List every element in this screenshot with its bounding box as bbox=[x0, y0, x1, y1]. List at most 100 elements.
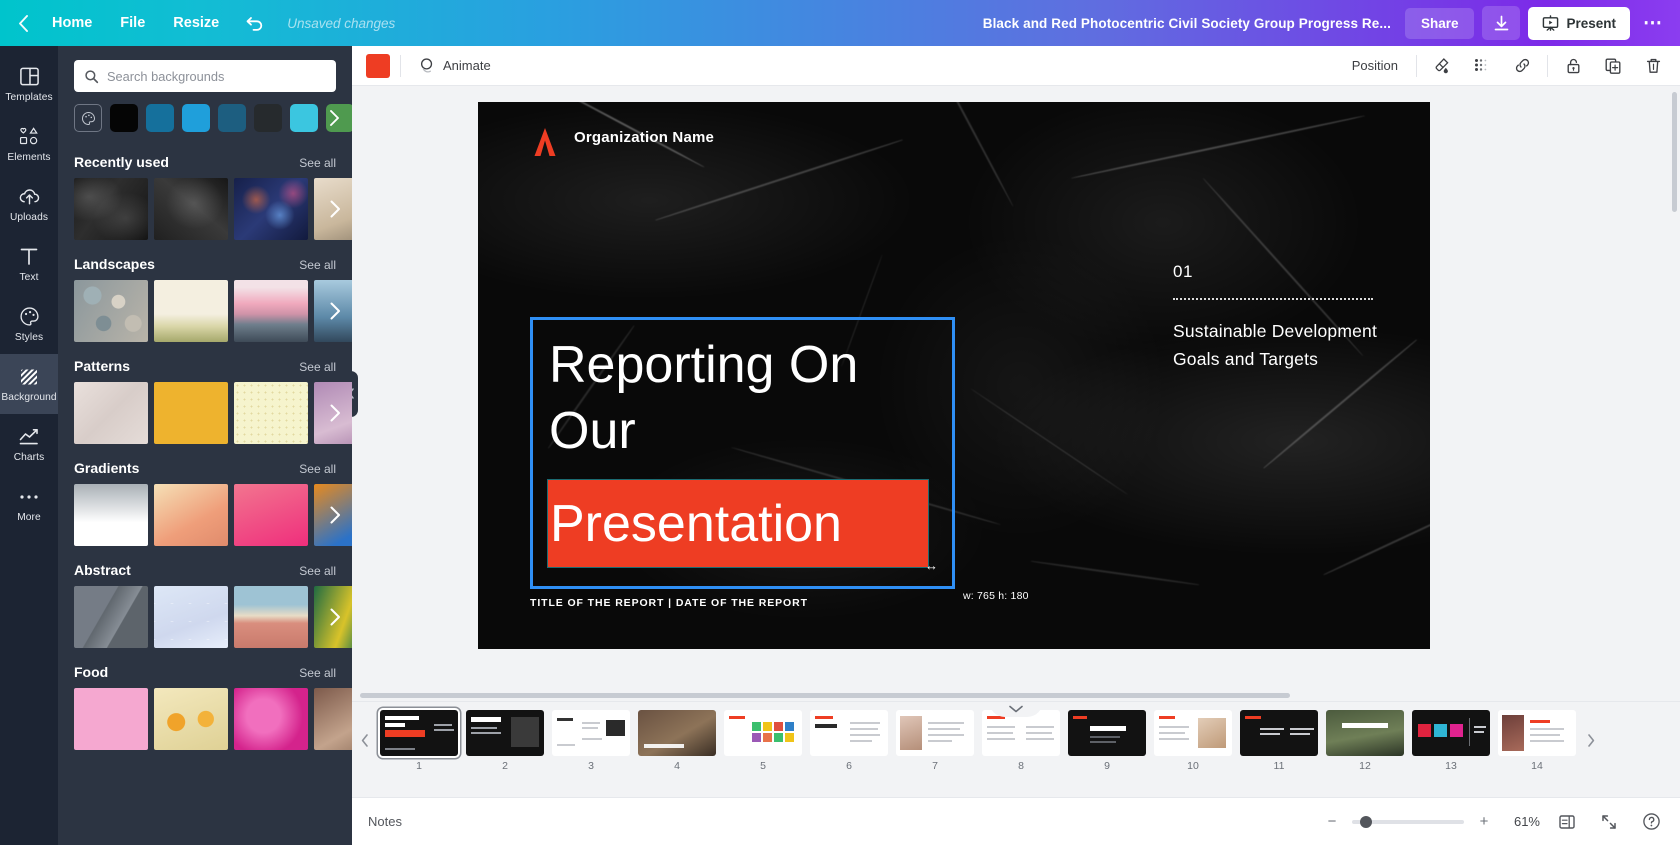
sidebar-item-charts[interactable]: Charts bbox=[0, 414, 58, 474]
sidebar-item-more[interactable]: More bbox=[0, 474, 58, 534]
background-thumb[interactable] bbox=[234, 484, 308, 546]
animate-button[interactable]: Animate bbox=[411, 52, 499, 79]
see-all-link[interactable]: See all bbox=[299, 156, 336, 170]
page-item[interactable]: 10 bbox=[1154, 710, 1232, 772]
effects-button[interactable] bbox=[1467, 51, 1497, 81]
slide-canvas[interactable]: Organization Name 01 Sustainable Develop… bbox=[478, 102, 1430, 649]
duplicate-button[interactable] bbox=[1598, 51, 1628, 81]
canvas-scrollbar-vertical[interactable] bbox=[1672, 92, 1677, 212]
search-input[interactable] bbox=[107, 68, 326, 84]
zoom-in-button[interactable]: + bbox=[1476, 813, 1492, 830]
background-thumb[interactable] bbox=[74, 688, 148, 750]
section-next-button[interactable] bbox=[320, 398, 350, 428]
background-thumb[interactable] bbox=[234, 280, 308, 342]
selected-text-element[interactable]: Reporting On Our Presentation ↔ w: 765 h… bbox=[530, 317, 1028, 602]
swatch-0[interactable] bbox=[110, 104, 138, 132]
delete-button[interactable] bbox=[1638, 51, 1668, 81]
background-thumb[interactable] bbox=[234, 382, 308, 444]
see-all-link[interactable]: See all bbox=[299, 462, 336, 476]
share-button[interactable]: Share bbox=[1404, 7, 1475, 39]
present-button[interactable]: Present bbox=[1528, 6, 1630, 40]
background-thumb[interactable] bbox=[74, 382, 148, 444]
back-button[interactable] bbox=[8, 8, 38, 38]
see-all-link[interactable]: See all bbox=[299, 666, 336, 680]
page-item[interactable]: 7 bbox=[896, 710, 974, 772]
sidebar-item-elements[interactable]: Elements bbox=[0, 114, 58, 174]
zoom-slider[interactable] bbox=[1352, 815, 1464, 828]
canvas-area[interactable]: Organization Name 01 Sustainable Develop… bbox=[352, 86, 1680, 701]
background-thumb[interactable] bbox=[154, 382, 228, 444]
background-thumb[interactable] bbox=[74, 280, 148, 342]
zoom-out-button[interactable]: − bbox=[1324, 813, 1340, 830]
link-button[interactable] bbox=[1507, 51, 1537, 81]
background-thumb[interactable] bbox=[234, 688, 308, 750]
section-next-button[interactable] bbox=[320, 296, 350, 326]
section-next-button[interactable] bbox=[320, 500, 350, 530]
sidebar-item-text[interactable]: Text bbox=[0, 234, 58, 294]
page-item[interactable]: 2 bbox=[466, 710, 544, 772]
sidebar-item-styles[interactable]: Styles bbox=[0, 294, 58, 354]
swatch-2[interactable] bbox=[182, 104, 210, 132]
page-item[interactable]: 9 bbox=[1068, 710, 1146, 772]
search-box[interactable] bbox=[74, 60, 336, 92]
section-title-text[interactable]: Sustainable Development Goals and Target… bbox=[1173, 318, 1388, 373]
see-all-link[interactable]: See all bbox=[299, 258, 336, 272]
page-item[interactable]: 1 bbox=[380, 710, 458, 772]
page-count-button[interactable] bbox=[1552, 807, 1582, 837]
swatch-1[interactable] bbox=[146, 104, 174, 132]
home-menu[interactable]: Home bbox=[38, 9, 106, 37]
background-thumb[interactable] bbox=[154, 178, 228, 240]
background-thumb[interactable] bbox=[154, 484, 228, 546]
background-thumb[interactable] bbox=[74, 484, 148, 546]
background-thumb[interactable] bbox=[234, 586, 308, 648]
see-all-link[interactable]: See all bbox=[299, 360, 336, 374]
panel-collapse-handle[interactable] bbox=[352, 370, 358, 417]
background-thumb[interactable] bbox=[154, 586, 228, 648]
page-item[interactable]: 4 bbox=[638, 710, 716, 772]
zoom-slider-knob[interactable] bbox=[1360, 815, 1372, 828]
page-item[interactable]: 3 bbox=[552, 710, 630, 772]
background-thumb[interactable] bbox=[234, 178, 308, 240]
sidebar-item-uploads[interactable]: Uploads bbox=[0, 174, 58, 234]
help-button[interactable] bbox=[1636, 807, 1666, 837]
background-thumb[interactable] bbox=[314, 688, 352, 750]
download-button[interactable] bbox=[1482, 6, 1521, 40]
canvas-scrollbar-horizontal[interactable] bbox=[360, 693, 1290, 698]
transparency-button[interactable] bbox=[1427, 51, 1457, 81]
page-strip-collapse-button[interactable] bbox=[989, 702, 1043, 717]
swatch-4[interactable] bbox=[254, 104, 282, 132]
page-item[interactable]: 5 bbox=[724, 710, 802, 772]
section-next-button[interactable] bbox=[320, 194, 350, 224]
file-menu[interactable]: File bbox=[106, 9, 159, 37]
sidebar-item-background[interactable]: Background bbox=[0, 354, 58, 414]
position-button[interactable]: Position bbox=[1344, 53, 1406, 78]
sidebar-item-templates[interactable]: Templates bbox=[0, 54, 58, 114]
background-thumb[interactable] bbox=[74, 178, 148, 240]
see-all-link[interactable]: See all bbox=[299, 564, 336, 578]
lock-button[interactable] bbox=[1558, 51, 1588, 81]
swatches-next-button[interactable] bbox=[320, 104, 348, 132]
background-thumb[interactable] bbox=[74, 586, 148, 648]
document-title[interactable]: Black and Red Photocentric Civil Society… bbox=[983, 16, 1391, 31]
page-strip-next-button[interactable] bbox=[1584, 710, 1598, 770]
section-header: Gradients See all bbox=[58, 454, 352, 484]
page-item[interactable]: 8 bbox=[982, 710, 1060, 772]
background-thumb[interactable] bbox=[154, 688, 228, 750]
notes-button[interactable]: Notes bbox=[368, 814, 402, 829]
color-picker-button[interactable] bbox=[74, 104, 102, 132]
text-color-button[interactable] bbox=[366, 53, 390, 78]
resize-menu[interactable]: Resize bbox=[159, 9, 233, 37]
page-item[interactable]: 14 bbox=[1498, 710, 1576, 772]
page-item[interactable]: 6 bbox=[810, 710, 888, 772]
topbar-more-button[interactable]: ⋯ bbox=[1636, 6, 1670, 40]
undo-button[interactable] bbox=[239, 8, 273, 38]
swatch-5[interactable] bbox=[290, 104, 318, 132]
fullscreen-button[interactable] bbox=[1594, 807, 1624, 837]
background-thumb[interactable] bbox=[154, 280, 228, 342]
swatch-3[interactable] bbox=[218, 104, 246, 132]
page-strip-prev-button[interactable] bbox=[358, 710, 372, 770]
page-item[interactable]: 13 bbox=[1412, 710, 1490, 772]
page-item[interactable]: 11 bbox=[1240, 710, 1318, 772]
section-next-button[interactable] bbox=[320, 602, 350, 632]
page-item[interactable]: 12 bbox=[1326, 710, 1404, 772]
